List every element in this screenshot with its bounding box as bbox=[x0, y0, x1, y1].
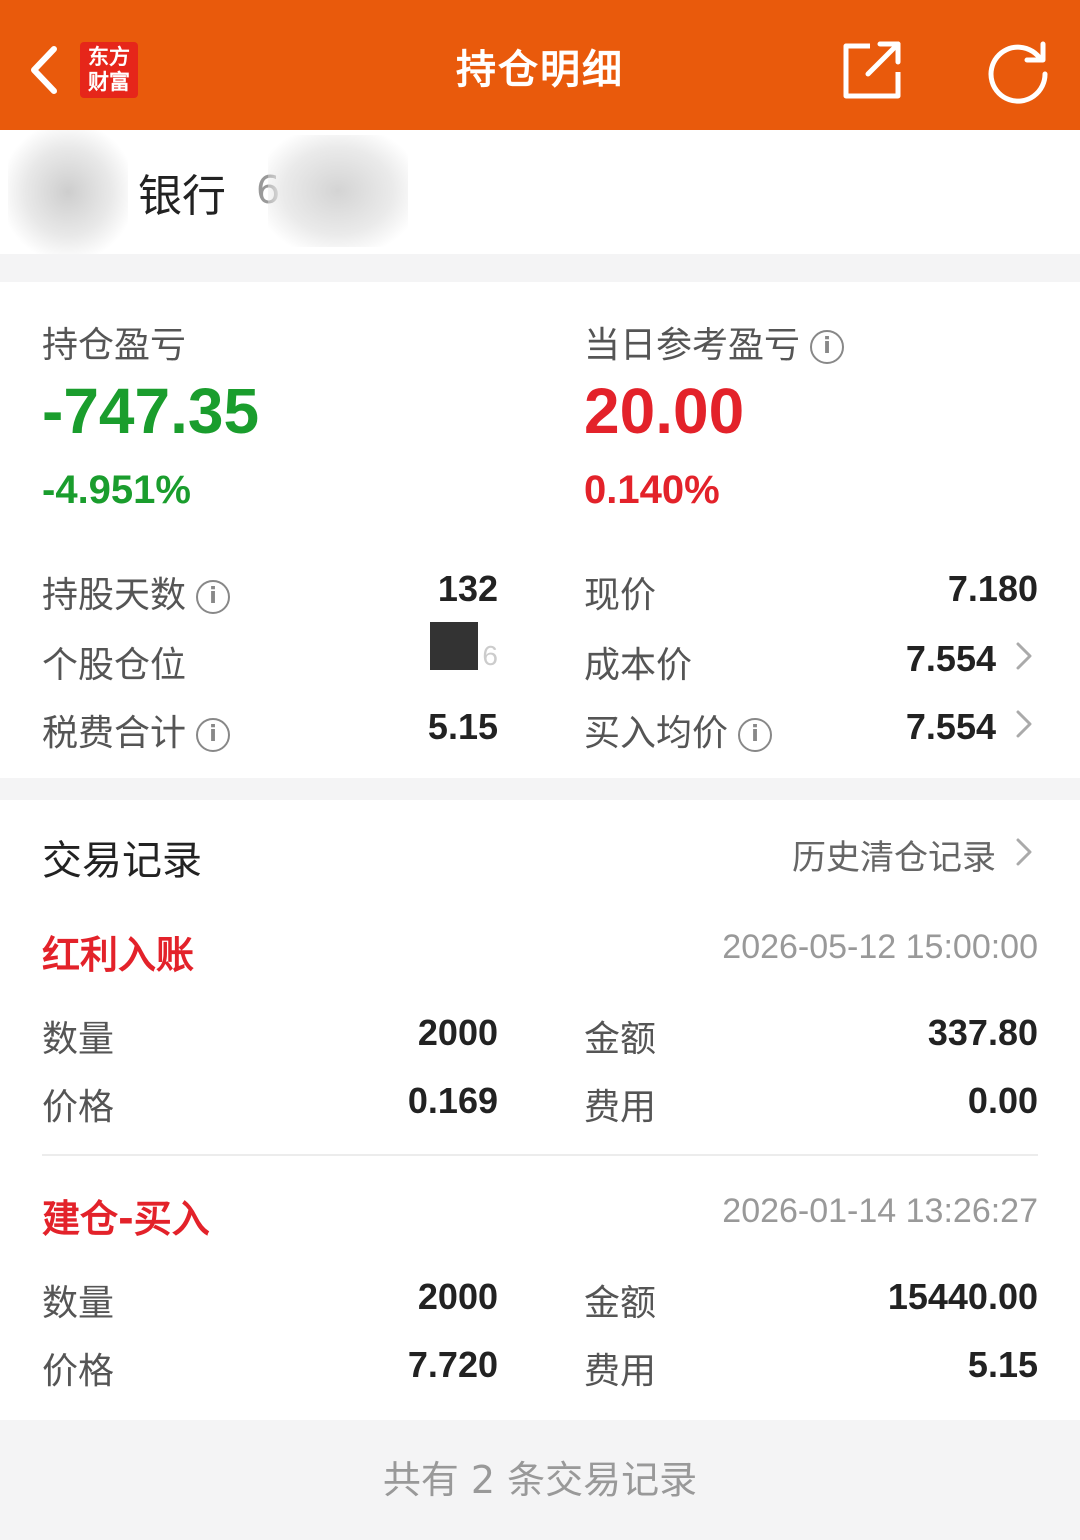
chevron-right-icon[interactable] bbox=[1014, 640, 1034, 672]
tax-fee-label: 税费合计 i bbox=[42, 704, 231, 756]
avg-buy-price-value[interactable]: 7.554 bbox=[906, 706, 996, 748]
divider bbox=[42, 1154, 1038, 1156]
price-value: 0.169 bbox=[407, 1080, 498, 1121]
position-pl-value: -747.35 bbox=[42, 375, 260, 447]
position-summary: 持仓盈亏 当日参考盈亏 i -747.35 20.00 -4.951% 0.140… bbox=[0, 282, 1080, 778]
qty-label: 数量 bbox=[42, 1283, 115, 1324]
amount-label: 金额 bbox=[584, 1283, 657, 1324]
price-label: 价格 bbox=[42, 1087, 115, 1128]
cost-price-label: 成本价 bbox=[584, 645, 693, 686]
redaction-blur bbox=[8, 130, 128, 254]
holding-days-value: 132 bbox=[437, 568, 498, 609]
chevron-right-icon[interactable] bbox=[1014, 836, 1034, 868]
trade-records: 交易记录 历史清仓记录 红利入账 2026-05-12 15:00:00 数量 … bbox=[0, 800, 1080, 1420]
position-pl-percent: -4.951% bbox=[42, 468, 191, 512]
fee-value: 0.00 bbox=[967, 1080, 1038, 1121]
price-value: 7.720 bbox=[407, 1344, 498, 1385]
redaction-block bbox=[430, 622, 478, 670]
qty-value: 2000 bbox=[417, 1276, 498, 1317]
trade-time: 2026-01-14 13:26:27 bbox=[722, 1192, 1038, 1230]
trade-type: 红利入账 bbox=[42, 933, 195, 977]
daily-pl-label: 当日参考盈亏 i bbox=[584, 316, 845, 368]
trade-type: 建仓-买入 bbox=[42, 1197, 210, 1241]
price-label: 价格 bbox=[42, 1351, 115, 1392]
amount-label: 金额 bbox=[584, 1019, 657, 1060]
position-ratio-label: 个股仓位 bbox=[42, 645, 187, 686]
holding-days-label: 持股天数 i bbox=[42, 566, 231, 618]
fee-label: 费用 bbox=[584, 1351, 657, 1392]
amount-value: 15440.00 bbox=[887, 1276, 1038, 1317]
redaction-blur bbox=[268, 135, 408, 247]
share-external-icon bbox=[843, 41, 901, 99]
current-price-label: 现价 bbox=[584, 575, 657, 616]
trade-time: 2026-05-12 15:00:00 bbox=[722, 928, 1038, 966]
info-icon[interactable]: i bbox=[738, 718, 773, 752]
position-ratio-value: 6 bbox=[482, 640, 498, 671]
share-button[interactable] bbox=[840, 40, 904, 100]
fee-label: 费用 bbox=[584, 1087, 657, 1128]
info-icon[interactable]: i bbox=[810, 330, 845, 364]
tax-fee-value: 5.15 bbox=[427, 706, 498, 747]
stock-header: 银行 6 bbox=[0, 130, 1080, 254]
current-price-value: 7.180 bbox=[947, 568, 1038, 609]
chevron-right-icon[interactable] bbox=[1014, 708, 1034, 740]
position-pl-label: 持仓盈亏 bbox=[42, 325, 187, 366]
amount-value: 337.80 bbox=[927, 1012, 1038, 1053]
daily-pl-percent: 0.140% bbox=[584, 468, 720, 512]
avg-buy-price-label: 买入均价 i bbox=[584, 704, 773, 756]
fee-value: 5.15 bbox=[967, 1344, 1038, 1385]
info-icon[interactable]: i bbox=[196, 718, 231, 752]
refresh-button[interactable] bbox=[985, 38, 1053, 104]
top-bar: 东方 财富 持仓明细 bbox=[0, 0, 1080, 130]
qty-value: 2000 bbox=[417, 1012, 498, 1053]
page-title: 持仓明细 bbox=[456, 47, 624, 93]
refresh-icon bbox=[988, 41, 1048, 104]
record-count-footer: 共有 2 条交易记录 bbox=[382, 1458, 698, 1502]
history-clearance-link[interactable]: 历史清仓记录 bbox=[792, 830, 996, 879]
info-icon[interactable]: i bbox=[196, 580, 231, 614]
qty-label: 数量 bbox=[42, 1019, 115, 1060]
daily-pl-value: 20.00 bbox=[584, 375, 745, 447]
cost-price-value[interactable]: 7.554 bbox=[906, 638, 996, 680]
section-title: 交易记录 bbox=[42, 838, 202, 884]
